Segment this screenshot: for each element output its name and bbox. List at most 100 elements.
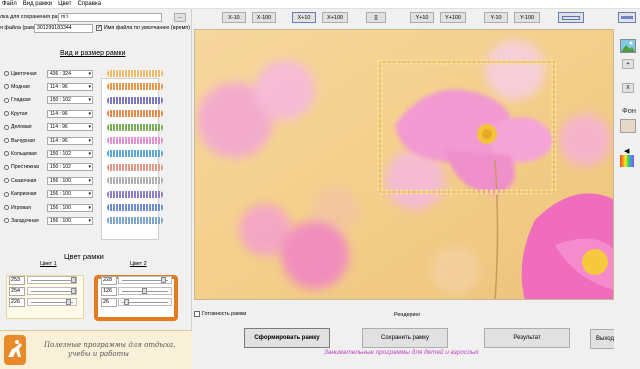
wide-panel-button[interactable] [618,12,636,23]
image-canvas[interactable] [194,29,614,300]
form-frame-button[interactable]: Сформировать рамку [244,328,330,348]
frame-row[interactable]: Гладкая 150 : 102 [4,95,188,106]
color2-b-value[interactable]: 26 [101,298,117,307]
frame-row[interactable]: Престижная 150 : 102 [4,162,188,173]
remove-button[interactable]: X [622,83,634,93]
position-toolbar: X-10 X-100 X+10 X+100 [] Y+10 Y+100 Y-10… [194,9,608,29]
frame-swatch [107,96,163,104]
frame-name: Крутая [11,110,28,117]
frame-row[interactable]: Капризная 156 : 100 [4,189,188,200]
radio-icon[interactable] [4,205,9,210]
frame-name: Цветочная [11,70,37,77]
color2-b-slider[interactable] [118,298,172,306]
frame-name: Вычурная [11,137,35,144]
color1-b-slider[interactable] [27,298,77,306]
frame-swatch [107,204,163,211]
frame-size-select[interactable]: 150 : 102 [47,149,93,158]
y-plus-10-button[interactable]: Y+10 [410,12,434,23]
color2-r-slider[interactable] [118,276,172,284]
frame-size-select[interactable]: 114 : 96 [47,123,93,132]
slider-thumb[interactable] [123,299,129,305]
frame-row[interactable]: Деловая 114 : 96 [4,122,188,133]
frame-row[interactable]: Цветочная 436 : 324 [4,68,188,79]
color1-r-slider[interactable] [27,276,77,284]
right-panel: + X Фон ◀ [614,9,640,360]
save-folder-label: лка для сохранения рамок [0,14,67,20]
radio-icon[interactable] [4,178,9,184]
menu-help[interactable]: Справка [78,0,102,9]
save-folder-input[interactable]: m:\ [58,12,162,22]
frame-size-select[interactable]: 150 : 102 [47,163,93,172]
frame-row[interactable]: Кольцевая 150 : 102 [4,148,188,159]
radio-icon[interactable] [4,151,9,157]
frame-size-select[interactable]: 114 : 96 [47,82,93,91]
file-name-input[interactable]: 301299183344 [34,23,93,33]
menu-color[interactable]: Цвет [58,0,71,9]
save-frame-button[interactable]: Сохранить рамку [362,328,448,348]
frame-name: Игровая [11,204,31,211]
texture-thumbnail-icon[interactable] [620,119,636,133]
y-minus-10-button[interactable]: Y-10 [484,12,508,23]
result-button[interactable]: Результат [484,328,570,348]
slider-thumb[interactable] [70,288,76,294]
background-thumbnail-icon[interactable] [620,39,636,53]
frame-row[interactable]: Сказочная 156 : 100 [4,175,188,186]
frame-size-select[interactable]: 156 : 100 [47,216,93,225]
promo-line1: Полезные программы для отдыха, [44,341,176,349]
frame-size-select[interactable]: 150 : 102 [47,96,93,105]
radio-icon[interactable] [4,164,9,170]
frame-row[interactable]: Крутая 114 : 96 [4,108,188,119]
frame-row[interactable]: Вычурная 114 : 96 [4,135,188,146]
color1-g-slider[interactable] [27,287,77,295]
color2-g-slider[interactable] [118,287,172,295]
y-minus-100-button[interactable]: Y-100 [514,12,540,23]
color2-r-value[interactable]: 228 [101,276,117,285]
plus-button[interactable]: + [622,59,634,69]
frame-size-select[interactable]: 114 : 96 [47,136,93,145]
slider-thumb[interactable] [160,277,166,283]
footer-link[interactable]: Занимательные программы для детей и взро… [324,349,479,356]
frame-swatch [107,137,163,144]
radio-icon[interactable] [4,124,9,130]
color1-r-value[interactable]: 253 [9,276,25,285]
color1-g-value[interactable]: 254 [9,287,25,296]
frame-size-select[interactable]: 436 : 324 [47,69,93,78]
frame-swatch [107,110,163,118]
promo-banner[interactable]: Полезные программы для отдыха, учебы и р… [0,330,192,369]
radio-icon[interactable] [4,71,9,76]
radio-icon[interactable] [4,218,9,224]
radio-icon[interactable] [4,138,9,143]
frame-row[interactable]: Загадочная 156 : 100 [4,215,188,226]
slider-thumb[interactable] [66,299,72,305]
frame-size-select[interactable]: 156 : 100 [47,190,93,199]
frame-row[interactable]: Игровая 156 : 100 [4,202,188,213]
color-section-title: Цвет рамки [64,252,104,261]
browse-button[interactable]: ... [174,12,186,22]
radio-icon[interactable] [4,84,9,90]
radio-icon[interactable] [4,111,9,117]
x-minus-10-button[interactable]: X-10 [222,12,246,23]
default-name-checkbox[interactable]: ✓ Имя файла по умолчанию (время) [95,25,190,31]
frame-size-select[interactable]: 114 : 96 [47,109,93,118]
color1-b-value[interactable]: 226 [9,298,25,307]
x-minus-100-button[interactable]: X-100 [252,12,276,23]
action-bar: Сформировать рамку Сохранить рамку Резул… [194,320,640,360]
slider-thumb[interactable] [70,277,76,283]
radio-icon[interactable] [4,191,9,197]
x-plus-100-button[interactable]: X+100 [322,12,348,23]
y-plus-100-button[interactable]: Y+100 [440,12,466,23]
x-plus-10-button[interactable]: X+10 [292,12,316,23]
center-button[interactable]: [] [366,12,386,23]
color2-g-value[interactable]: 126 [101,287,117,296]
frame-row[interactable]: Модная 114 : 96 [4,81,188,92]
frame-preview-button[interactable] [558,12,584,23]
readiness-checkbox[interactable]: Готовность рамки [194,311,246,317]
frame-size-select[interactable]: 156 : 100 [47,176,93,185]
radio-icon[interactable] [4,97,9,103]
menu-file[interactable]: Файл [2,0,17,9]
color-palette-icon[interactable] [620,155,634,167]
frame-size-select[interactable]: 156 : 100 [47,203,93,212]
collapse-arrow-icon[interactable]: ◀ [624,147,629,155]
slider-thumb[interactable] [142,288,148,294]
menu-frame-type[interactable]: Вид рамки [23,0,52,9]
